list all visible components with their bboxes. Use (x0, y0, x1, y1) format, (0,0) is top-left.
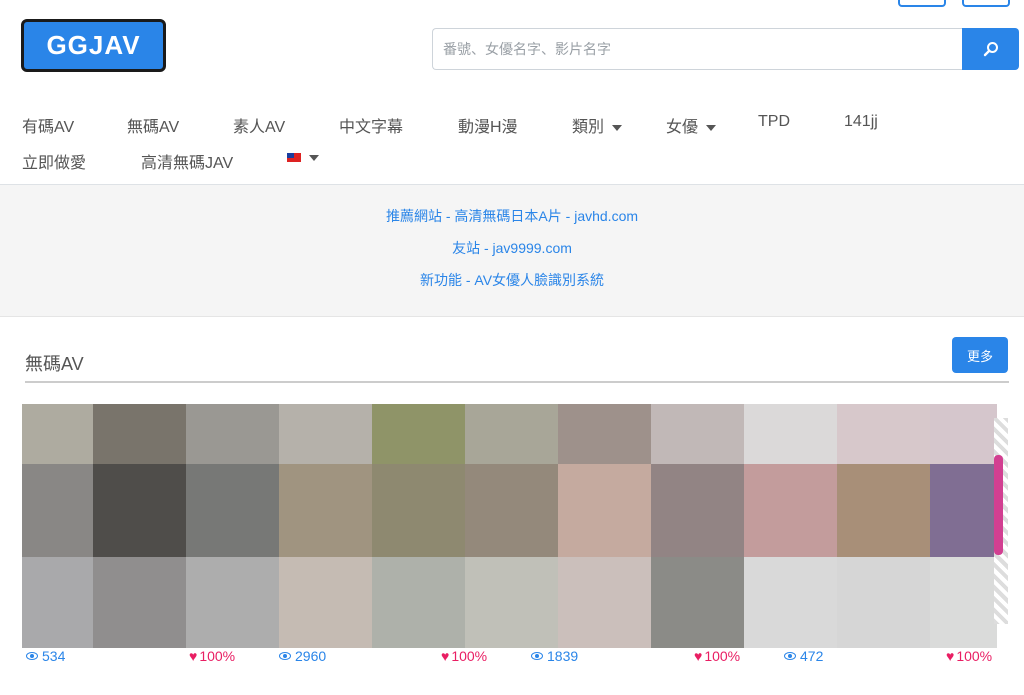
search-button[interactable] (962, 28, 1019, 70)
heart-icon: ♥ (694, 648, 703, 664)
more-button[interactable]: 更多 (952, 337, 1008, 373)
likes-percent: 100% (451, 648, 488, 664)
views-count: 1839 (547, 648, 579, 664)
video-thumbnail-strip[interactable] (22, 404, 997, 648)
eye-icon (26, 652, 38, 660)
chevron-down-icon (706, 124, 717, 131)
nav-item-uncensored[interactable]: 無碼AV (127, 113, 179, 137)
heart-icon: ♥ (946, 648, 955, 664)
banner-link-javhd[interactable]: 推薦網站 - 高清無碼日本A片 - javhd.com (0, 206, 1024, 226)
video-likes: ♥ 100% (441, 648, 487, 664)
eye-icon (784, 652, 796, 660)
likes-percent: 100% (704, 648, 741, 664)
chevron-down-icon (612, 124, 623, 131)
nav-item-actresses-dropdown[interactable]: 女優 (666, 113, 717, 137)
heart-icon: ♥ (189, 648, 198, 664)
nav-item-tpd[interactable]: TPD (758, 113, 790, 131)
nav-item-hd-uncensored[interactable]: 高清無碼JAV (141, 149, 233, 173)
section-divider (25, 381, 1009, 383)
nav-item-chinese-subtitles[interactable]: 中文字幕 (339, 113, 403, 137)
chevron-down-icon (309, 154, 319, 161)
language-dropdown[interactable] (287, 149, 319, 167)
video-views: 2960 (279, 648, 326, 664)
heart-icon: ♥ (441, 648, 450, 664)
banner-link-face-recognition[interactable]: 新功能 - AV女優人臉識別系統 (0, 270, 1024, 290)
nav-item-actresses-label: 女優 (666, 119, 699, 136)
views-count: 472 (800, 648, 824, 664)
promo-banner: 推薦網站 - 高清無碼日本A片 - javhd.com 友站 - jav9999… (0, 185, 1024, 317)
video-likes: ♥ 100% (189, 648, 235, 664)
nav-item-categories-dropdown[interactable]: 類別 (572, 113, 623, 137)
video-views: 472 (784, 648, 823, 664)
video-likes: ♥ 100% (694, 648, 740, 664)
top-button-1[interactable] (898, 0, 946, 7)
eye-icon (279, 652, 291, 660)
search-input[interactable] (432, 28, 962, 70)
top-button-2[interactable] (962, 0, 1010, 7)
video-views: 534 (26, 648, 65, 664)
nav-item-categories-label: 類別 (572, 119, 605, 136)
views-count: 534 (42, 648, 66, 664)
next-thumbnail-highlight (994, 455, 1003, 555)
taiwan-flag-icon (287, 153, 301, 163)
site-logo[interactable]: GGJAV (21, 19, 166, 72)
likes-percent: 100% (199, 648, 236, 664)
likes-percent: 100% (956, 648, 993, 664)
nav-item-amateur[interactable]: 素人AV (233, 113, 285, 137)
video-likes: ♥ 100% (946, 648, 992, 664)
main-nav: 有碼AV 無碼AV 素人AV 中文字幕 動漫H漫 類別 女優 TPD 141jj… (0, 100, 1024, 185)
nav-item-anime[interactable]: 動漫H漫 (458, 113, 518, 137)
nav-item-141jj[interactable]: 141jj (844, 113, 878, 131)
banner-link-jav9999[interactable]: 友站 - jav9999.com (0, 238, 1024, 258)
nav-item-instant[interactable]: 立即做愛 (22, 149, 86, 173)
search-icon (983, 42, 998, 57)
views-count: 2960 (295, 648, 327, 664)
video-views: 1839 (531, 648, 578, 664)
nav-item-censored[interactable]: 有碼AV (22, 113, 74, 137)
eye-icon (531, 652, 543, 660)
section-title: 無碼AV (25, 354, 84, 374)
